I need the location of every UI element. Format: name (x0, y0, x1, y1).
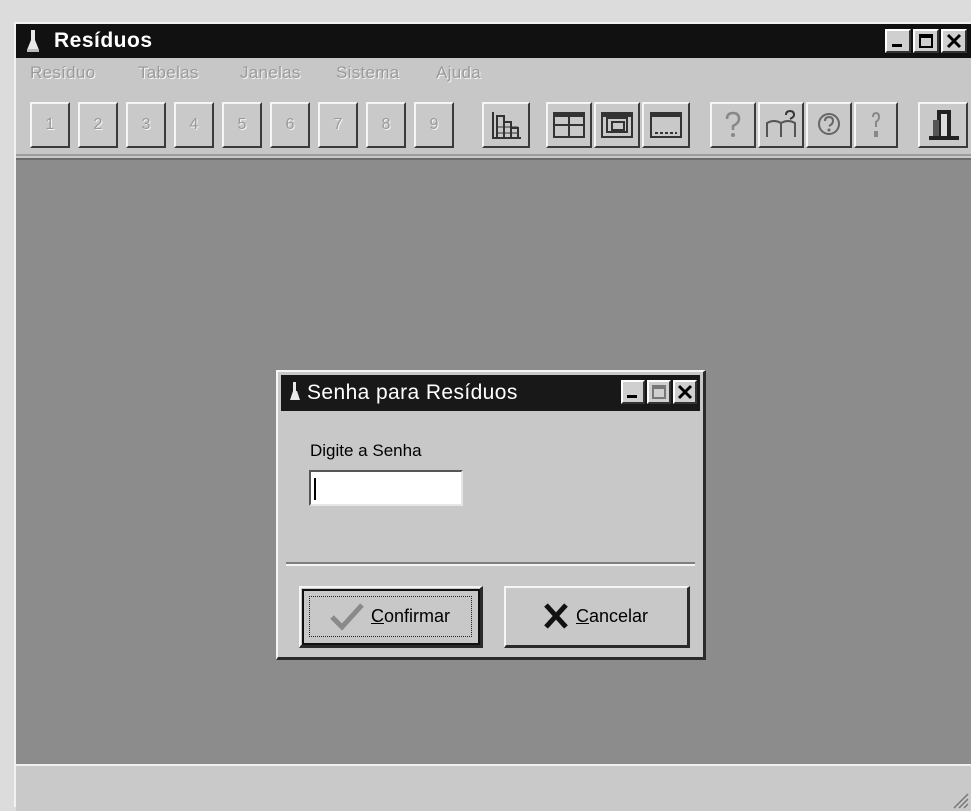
toolbar-button-9[interactable]: 9 (414, 102, 454, 148)
menu-bar: Resíduo Tabelas Janelas Sistema Ajuda (16, 60, 971, 88)
toolbar-button-4[interactable]: 4 (174, 102, 214, 148)
help-index-button[interactable] (758, 102, 804, 148)
close-icon (677, 384, 693, 400)
exit-icon (929, 110, 959, 140)
help-button[interactable] (710, 102, 756, 148)
dialog-title-bar[interactable]: Senha para Resíduos (281, 375, 700, 411)
help-icon (725, 111, 741, 137)
cancel-label: Cancelar (576, 606, 649, 626)
resize-grip-icon[interactable] (949, 789, 969, 809)
minimize-icon (627, 395, 637, 398)
maximize-button[interactable] (913, 29, 939, 53)
cascade-windows-icon (601, 112, 633, 138)
dialog-title: Senha para Resíduos (307, 381, 518, 404)
status-bar (16, 764, 971, 811)
dialog-close-button[interactable] (673, 380, 697, 404)
tile-windows-icon (553, 112, 585, 138)
maximize-icon (652, 385, 666, 399)
password-field[interactable] (309, 470, 463, 506)
toolbar-button-7[interactable]: 7 (318, 102, 358, 148)
help-index-icon (766, 109, 796, 137)
main-title-bar[interactable]: Resíduos (16, 24, 971, 58)
exit-button[interactable] (918, 102, 968, 148)
close-icon (946, 33, 962, 49)
tile-windows-button[interactable] (546, 102, 592, 148)
menu-sistema[interactable]: Sistema (336, 63, 400, 83)
maximize-icon (919, 34, 933, 48)
flask-icon (290, 382, 300, 400)
minimize-windows-icon (650, 112, 682, 138)
about-icon (872, 111, 881, 137)
help-search-icon (818, 113, 840, 135)
about-button[interactable] (854, 102, 898, 148)
dialog-maximize-button[interactable] (647, 380, 671, 404)
window-title: Resíduos (54, 29, 153, 52)
confirm-label: Confirmar (371, 606, 451, 626)
toolbar-button-3[interactable]: 3 (126, 102, 166, 148)
menu-ajuda[interactable]: Ajuda (436, 63, 481, 83)
toolbar-button-8[interactable]: 8 (366, 102, 406, 148)
menu-residuo[interactable]: Resíduo (30, 63, 95, 83)
flask-icon (27, 30, 39, 52)
checkmark-icon (330, 603, 364, 631)
menu-tabelas[interactable]: Tabelas (138, 63, 199, 83)
toolbar-button-6[interactable]: 6 (270, 102, 310, 148)
help-search-button[interactable] (806, 102, 852, 148)
cascade-windows-button[interactable] (594, 102, 640, 148)
dialog-minimize-button[interactable] (621, 380, 645, 404)
minimize-button[interactable] (885, 29, 911, 53)
password-label: Digite a Senha (310, 441, 422, 460)
toolbar-button-2[interactable]: 2 (78, 102, 118, 148)
menu-janelas[interactable]: Janelas (240, 63, 301, 83)
cancel-button[interactable]: Cancelar (504, 586, 690, 648)
cross-icon (544, 603, 568, 629)
grid-chart-icon (492, 112, 521, 139)
minimize-icon (892, 44, 902, 47)
text-caret (314, 478, 316, 500)
toolbar-button-1[interactable]: 1 (30, 102, 70, 148)
grid-chart-button[interactable] (482, 102, 530, 148)
toolbar-button-5[interactable]: 5 (222, 102, 262, 148)
password-dialog: Senha para Resíduos Digite a Senha Confi… (276, 370, 706, 660)
close-button[interactable] (941, 29, 967, 53)
minimize-windows-button[interactable] (642, 102, 690, 148)
confirm-button[interactable]: Confirmar (299, 586, 483, 648)
toolbar: 1 2 3 4 5 6 7 8 9 (16, 94, 971, 156)
dialog-separator (286, 562, 695, 566)
